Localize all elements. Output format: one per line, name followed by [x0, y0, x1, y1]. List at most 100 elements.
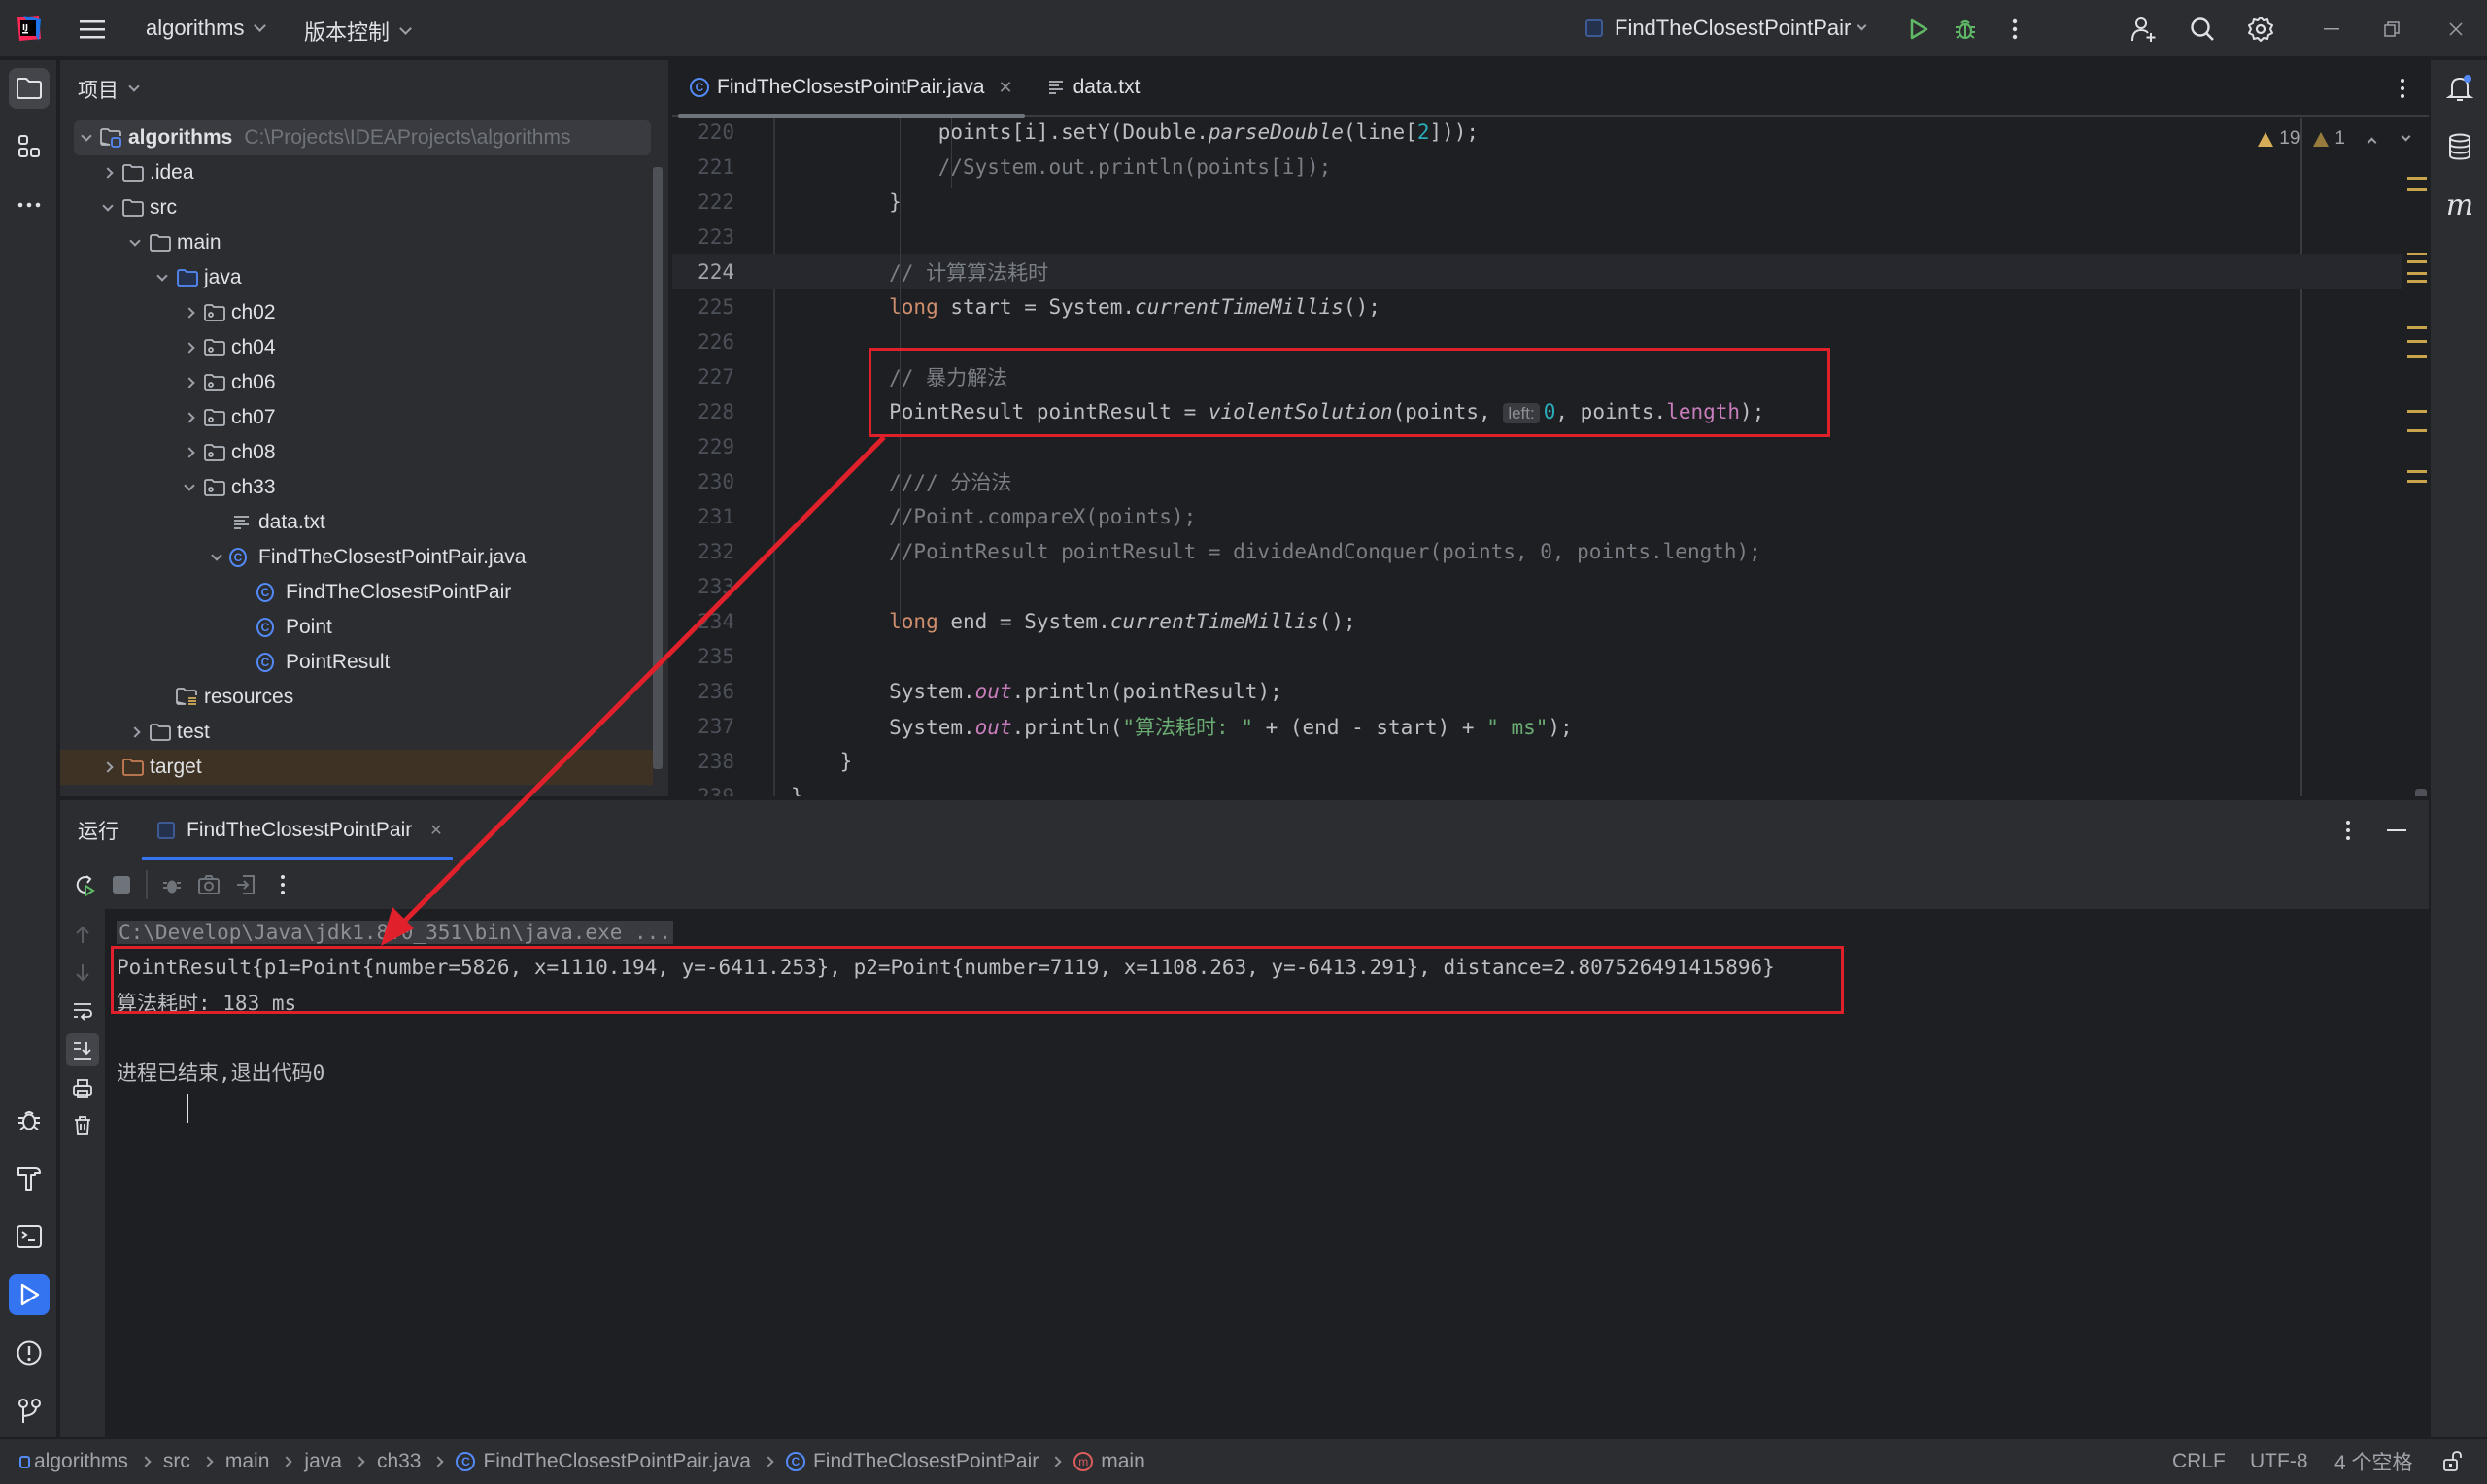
line-number[interactable]: 227 [672, 365, 734, 388]
close-window-button[interactable] [2436, 14, 2475, 45]
line-number[interactable]: 228 [672, 400, 734, 423]
line-number[interactable]: 234 [672, 610, 734, 633]
editor-tab-options-button[interactable] [2388, 72, 2417, 105]
line-number[interactable]: 231 [672, 505, 734, 528]
breadcrumb-item[interactable]: C FindTheClosestPointPair [785, 1450, 1039, 1473]
maven-button[interactable]: m [2439, 185, 2480, 225]
close-run-tab-icon[interactable]: ✕ [429, 821, 442, 840]
line-number[interactable]: 220 [672, 120, 734, 144]
warning-marker[interactable] [2407, 429, 2427, 432]
breadcrumb-item[interactable]: main [225, 1450, 270, 1473]
indent-setting[interactable]: 4 个空格 [2334, 1447, 2413, 1476]
line-number[interactable]: 236 [672, 680, 734, 703]
tree-item[interactable]: ch06 [60, 365, 653, 400]
restore-button[interactable] [2372, 14, 2411, 45]
tree-item[interactable]: ch02 [60, 295, 653, 330]
chevron-down-icon[interactable] [177, 479, 202, 491]
line-number[interactable]: 238 [672, 750, 734, 773]
tree-item[interactable]: resources [60, 680, 653, 715]
exit-button[interactable] [229, 868, 262, 901]
tree-item[interactable]: target [60, 750, 653, 785]
settings-button[interactable] [2244, 13, 2277, 46]
line-number[interactable]: 222 [672, 190, 734, 214]
breadcrumb-item[interactable]: m main [1073, 1450, 1145, 1473]
project-tool-button[interactable] [9, 68, 50, 109]
tree-item[interactable]: C FindTheClosestPointPair.java [60, 540, 653, 575]
warning-marker[interactable] [2407, 340, 2427, 343]
warning-marker[interactable] [2407, 188, 2427, 191]
chevron-right-icon[interactable] [177, 307, 202, 319]
tree-item[interactable]: C FindTheClosestPointPair [60, 575, 653, 610]
breadcrumb-item[interactable]: java [304, 1450, 342, 1473]
line-number[interactable]: 235 [672, 645, 734, 668]
warning-marker[interactable] [2407, 260, 2427, 263]
warning-marker[interactable] [2407, 480, 2427, 483]
run-config-selector[interactable]: FindTheClosestPointPair [1585, 16, 1867, 41]
close-tab-icon[interactable]: ✕ [998, 78, 1012, 98]
readonly-toggle[interactable] [2440, 1449, 2466, 1474]
intellij-logo[interactable]: IJ [14, 14, 43, 43]
tree-item[interactable]: ch33 [60, 470, 653, 505]
hide-panel-button[interactable] [2382, 816, 2411, 845]
chevron-right-icon[interactable] [95, 167, 120, 179]
line-number[interactable]: 226 [672, 330, 734, 354]
tree-item[interactable]: src [60, 190, 653, 225]
warning-marker[interactable] [2407, 470, 2427, 473]
warning-marker[interactable] [2407, 272, 2427, 275]
breadcrumb-item[interactable]: ch33 [377, 1450, 422, 1473]
previous-highlight-icon[interactable] [2367, 137, 2377, 147]
file-encoding[interactable]: UTF-8 [2250, 1450, 2308, 1473]
chevron-right-icon[interactable] [177, 377, 202, 388]
tree-item[interactable]: main [60, 225, 653, 260]
tree-item[interactable]: ch08 [60, 435, 653, 470]
tree-item[interactable]: ch07 [60, 400, 653, 435]
scroll-down-button[interactable] [68, 958, 97, 987]
soft-wrap-button[interactable] [68, 996, 97, 1026]
line-number[interactable]: 233 [672, 575, 734, 598]
line-number[interactable]: 239 [672, 785, 734, 796]
line-number[interactable]: 230 [672, 470, 734, 493]
problems-tool-button[interactable] [9, 1332, 50, 1373]
line-number[interactable]: 223 [672, 225, 734, 249]
vcs-selector[interactable]: 版本控制 [304, 16, 412, 47]
main-menu-button[interactable] [78, 16, 107, 43]
run-more-button[interactable] [266, 868, 299, 901]
tree-item[interactable]: java [60, 260, 653, 295]
warning-marker[interactable] [2407, 253, 2427, 255]
line-number[interactable]: 232 [672, 540, 734, 563]
inspection-widget[interactable]: 19 1 [2258, 128, 2411, 150]
warning-marker[interactable] [2407, 177, 2427, 180]
chevron-down-icon[interactable] [122, 234, 148, 247]
chevron-right-icon[interactable] [177, 412, 202, 423]
stop-button[interactable] [105, 868, 138, 901]
run-panel-options-button[interactable] [2334, 816, 2363, 845]
chevron-down-icon[interactable] [204, 549, 229, 561]
chevron-right-icon[interactable] [122, 726, 148, 738]
line-number[interactable]: 237 [672, 715, 734, 738]
code-with-me-button[interactable] [2128, 13, 2161, 46]
warning-marker[interactable] [2407, 355, 2427, 358]
warning-marker[interactable] [2407, 280, 2427, 283]
notifications-button[interactable] [2439, 68, 2480, 109]
rerun-button[interactable] [68, 868, 101, 901]
run-tool-button[interactable] [9, 1274, 50, 1315]
breadcrumb-item[interactable]: algorithms [19, 1450, 128, 1473]
breadcrumb-item[interactable]: C FindTheClosestPointPair.java [456, 1450, 751, 1473]
database-button[interactable] [2439, 126, 2480, 167]
scroll-up-button[interactable] [68, 921, 97, 950]
warning-marker[interactable] [2407, 326, 2427, 329]
more-actions-button[interactable] [2001, 14, 2028, 45]
project-scrollbar[interactable] [653, 167, 663, 769]
more-tools-button[interactable] [9, 185, 50, 225]
chevron-right-icon[interactable] [177, 342, 202, 354]
search-everywhere-button[interactable] [2186, 13, 2219, 46]
tab-data-txt[interactable]: data.txt [1031, 59, 1158, 116]
debug-button[interactable] [1949, 14, 1982, 45]
attach-debugger-button[interactable] [155, 868, 188, 901]
line-number[interactable]: 229 [672, 435, 734, 458]
line-number[interactable]: 224 [672, 260, 734, 284]
chevron-right-icon[interactable] [177, 447, 202, 458]
run-tab-findtheclosestpointpair[interactable]: FindTheClosestPointPair ✕ [142, 800, 453, 860]
print-button[interactable] [68, 1074, 97, 1103]
dump-threads-button[interactable] [192, 868, 225, 901]
